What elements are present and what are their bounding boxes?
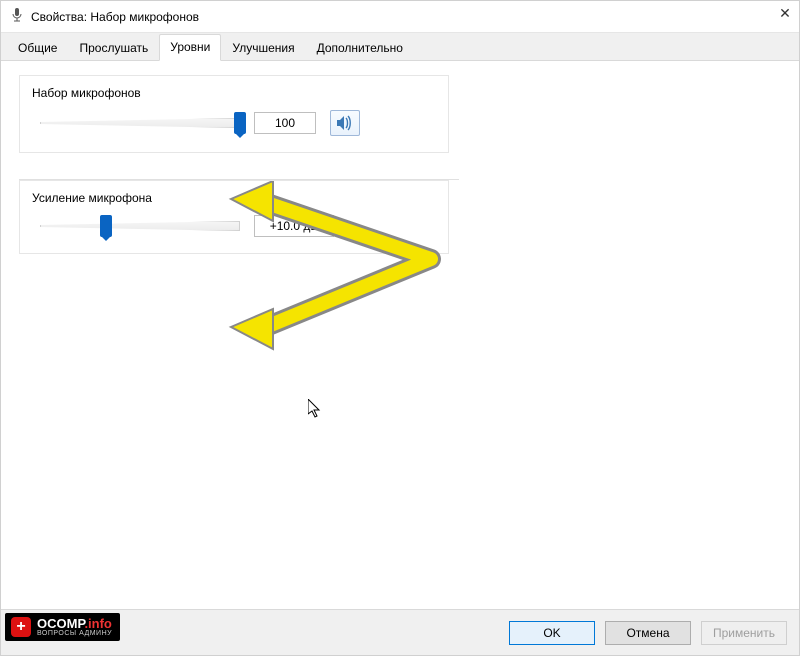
- tab-enhancements[interactable]: Улучшения: [221, 35, 305, 61]
- plus-icon: +: [11, 617, 31, 637]
- cancel-button[interactable]: Отмена: [605, 621, 691, 645]
- close-button[interactable]: ✕: [777, 5, 793, 21]
- watermark-text: OCOMP.info: [37, 617, 112, 630]
- mic-level-slider[interactable]: [40, 112, 240, 134]
- mic-boost-label: Усиление микрофона: [32, 191, 436, 205]
- group-microphone-boost: Усиление микрофона +10.0 дБ: [19, 180, 449, 254]
- mic-level-value[interactable]: 100: [254, 112, 316, 134]
- mic-level-label: Набор микрофонов: [32, 86, 436, 100]
- content-area: Набор микрофонов 100 Усиление микрофона: [1, 61, 799, 609]
- tab-advanced[interactable]: Дополнительно: [306, 35, 414, 61]
- apply-button[interactable]: Применить: [701, 621, 787, 645]
- cursor-icon: [308, 399, 324, 419]
- mic-boost-value[interactable]: +10.0 дБ: [254, 215, 334, 237]
- mic-level-row: 100: [32, 110, 436, 136]
- watermark-badge: + OCOMP.info ВОПРОСЫ АДМИНУ: [5, 613, 120, 641]
- tab-listen[interactable]: Прослушать: [68, 35, 159, 61]
- titlebar: Свойства: Набор микрофонов ✕: [1, 1, 799, 33]
- tabstrip: Общие Прослушать Уровни Улучшения Дополн…: [1, 33, 799, 61]
- group-microphone-level: Набор микрофонов 100: [19, 75, 449, 153]
- mic-boost-row: +10.0 дБ: [32, 215, 436, 237]
- mute-button[interactable]: [330, 110, 360, 136]
- watermark-subtext: ВОПРОСЫ АДМИНУ: [37, 630, 112, 637]
- window-title: Свойства: Набор микрофонов: [31, 10, 199, 24]
- dialog-footer: OK Отмена Применить: [1, 609, 799, 655]
- microphone-icon: [11, 8, 23, 25]
- tab-levels[interactable]: Уровни: [159, 34, 221, 61]
- properties-dialog: Свойства: Набор микрофонов ✕ Общие Просл…: [0, 0, 800, 656]
- mic-boost-slider[interactable]: [40, 215, 240, 237]
- speaker-icon: [336, 115, 354, 131]
- ok-button[interactable]: OK: [509, 621, 595, 645]
- tab-general[interactable]: Общие: [7, 35, 68, 61]
